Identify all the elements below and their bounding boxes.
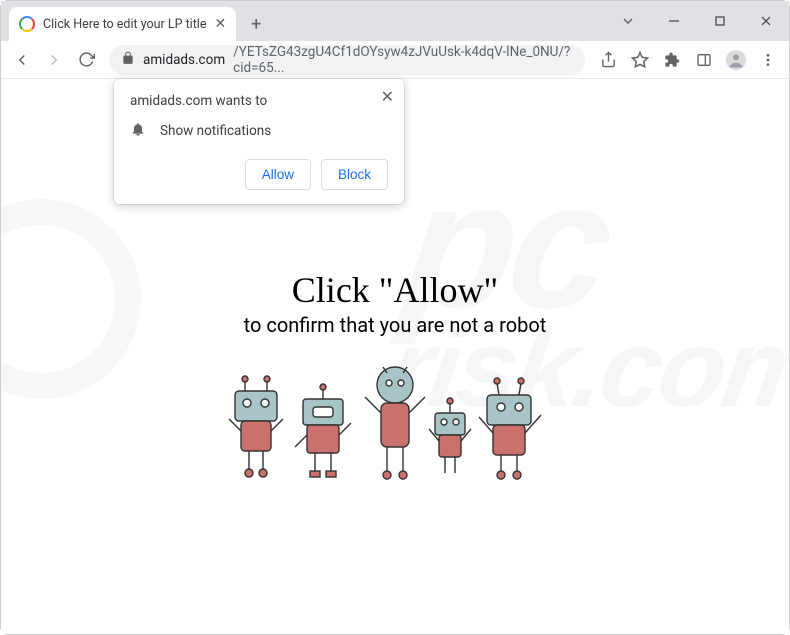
maximize-button[interactable] (697, 1, 743, 41)
close-icon[interactable]: ✕ (381, 87, 394, 106)
browser-tab[interactable]: Click Here to edit your LP title ✕ (9, 7, 236, 41)
tab-search-button[interactable] (605, 1, 651, 41)
window-titlebar: Click Here to edit your LP title ✕ + (1, 1, 789, 41)
profile-button[interactable] (721, 45, 751, 75)
tab-title: Click Here to edit your LP title (43, 17, 206, 32)
share-button[interactable] (593, 45, 623, 75)
tab-favicon (19, 16, 35, 32)
extensions-button[interactable] (657, 45, 687, 75)
reload-button[interactable] (71, 45, 101, 75)
new-tab-button[interactable]: + (242, 10, 270, 38)
forward-button[interactable] (39, 45, 69, 75)
notification-permission-prompt: ✕ amidads.com wants to Show notification… (114, 79, 404, 204)
page-headline: Click "Allow" (1, 269, 789, 311)
hero-text: Click "Allow" to confirm that you are no… (1, 269, 789, 337)
block-button[interactable]: Block (321, 159, 388, 190)
url-host: amidads.com (143, 52, 225, 68)
permission-request-label: Show notifications (160, 123, 271, 139)
side-panel-button[interactable] (689, 45, 719, 75)
minimize-button[interactable] (651, 1, 697, 41)
url-path: /YETsZG43zgU4Cf1dOYsyw4zJVuUsk-k4dqV-lNe… (233, 44, 573, 76)
bell-icon (130, 121, 146, 141)
address-bar[interactable]: amidads.com/YETsZG43zgU4Cf1dOYsyw4zJVuUs… (109, 45, 585, 75)
browser-toolbar: amidads.com/YETsZG43zgU4Cf1dOYsyw4zJVuUs… (1, 41, 789, 79)
page-subline: to confirm that you are not a robot (1, 313, 789, 337)
window-controls (605, 1, 789, 41)
allow-button[interactable]: Allow (245, 159, 311, 190)
menu-button[interactable] (753, 45, 783, 75)
close-tab-icon[interactable]: ✕ (214, 16, 226, 32)
back-button[interactable] (7, 45, 37, 75)
robots-illustration (225, 361, 565, 491)
lock-icon (121, 51, 135, 69)
permission-origin-text: amidads.com wants to (130, 93, 388, 109)
bookmark-button[interactable] (625, 45, 655, 75)
close-window-button[interactable] (743, 1, 789, 41)
